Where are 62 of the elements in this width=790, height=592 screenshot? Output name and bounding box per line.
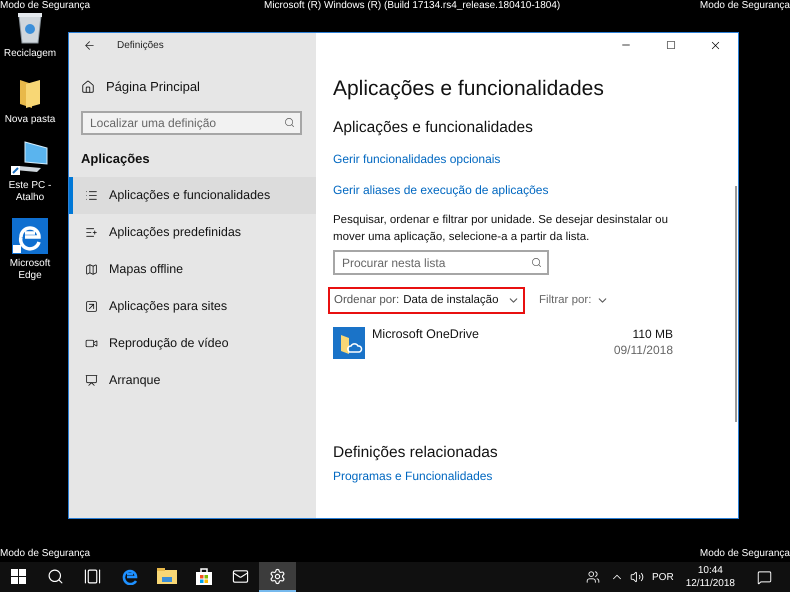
description-text: Pesquisar, ordenar e filtrar por unidade. Se desejar desinstalar ou mover uma aplicação, selecione-a a partir da lista. xyxy=(333,213,669,245)
filter-dropdown[interactable]: Filtrar por: xyxy=(539,287,610,314)
build-label: Microsoft (R) Windows (R) (Build 17134.rs4_release.180410-1804) xyxy=(264,0,560,12)
scrollbar[interactable] xyxy=(735,186,737,422)
section-heading: Definições relacionadas xyxy=(333,443,499,463)
safe-mode-label: Modo de Segurança xyxy=(700,0,790,12)
video-icon xyxy=(85,337,98,350)
link[interactable]: Programas e Funcionalidades xyxy=(333,466,492,486)
sidebar-item[interactable]: Mapas offline xyxy=(69,251,316,288)
app-search-field[interactable]: Procurar nesta lista xyxy=(333,250,549,275)
desktop-icon-label: Reciclagem xyxy=(2,48,58,60)
settings-icon xyxy=(269,568,286,584)
mail-icon xyxy=(232,568,249,584)
desktop-icon-label: Microsoft Edge xyxy=(8,258,52,282)
taskbar-button[interactable] xyxy=(259,562,296,592)
sidebar-item[interactable]: Arranque xyxy=(69,362,316,399)
sidebar-home-item[interactable]: Página Principal xyxy=(69,75,200,99)
folder-icon[interactable] xyxy=(18,78,42,110)
task-view-icon xyxy=(84,568,101,584)
people-icon[interactable] xyxy=(586,570,600,584)
install-date: 09/11/2018 xyxy=(614,343,673,358)
settings-search-field[interactable]: Localizar uma definição xyxy=(81,111,302,135)
folder-cloud-icon xyxy=(333,327,365,359)
computer-icon[interactable] xyxy=(11,140,49,176)
safe-mode-label: Modo de Segurança xyxy=(700,548,790,560)
language-indicator[interactable]: POR xyxy=(652,570,674,584)
list-plus-icon xyxy=(85,226,98,239)
desktop-icon-label: Este PC - Atalho xyxy=(8,180,52,204)
map-icon xyxy=(85,263,98,276)
recycle-bin-icon[interactable] xyxy=(15,10,45,44)
window-title: Definições xyxy=(117,38,164,52)
clock[interactable]: 10:44 12/11/2018 xyxy=(686,564,735,590)
sidebar-item[interactable]: Aplicações predefinidas xyxy=(69,214,316,251)
safe-mode-label: Modo de Segurança xyxy=(0,0,90,12)
link[interactable]: Gerir aliases de execução de aplicações xyxy=(333,180,548,200)
sidebar-item[interactable]: Aplicações para sites xyxy=(69,288,316,325)
search-icon xyxy=(47,568,64,584)
page-title: Aplicações e funcionalidades xyxy=(333,76,605,102)
store-bag-icon xyxy=(194,567,212,585)
app-name: Microsoft OneDrive xyxy=(372,327,479,343)
safe-mode-label: Modo de Segurança xyxy=(0,548,90,560)
section-heading: Aplicações xyxy=(81,150,151,168)
maximize-icon xyxy=(666,40,676,50)
sort-dropdown[interactable]: Ordenar por: Data de instalação xyxy=(328,287,525,314)
desktop-icon-label: Nova pasta xyxy=(4,114,56,126)
link[interactable]: Gerir funcionalidades opcionais xyxy=(333,149,500,169)
volume-icon[interactable] xyxy=(630,570,644,584)
back-arrow-icon xyxy=(82,38,96,52)
section-heading: Aplicações e funcionalidades xyxy=(333,118,534,138)
presentation-icon xyxy=(85,374,98,387)
edge-icon[interactable] xyxy=(12,218,48,254)
search-icon xyxy=(531,257,542,268)
sidebar-item[interactable]: Aplicações e funcionalidades xyxy=(69,177,316,214)
search-icon xyxy=(284,117,295,128)
home-icon xyxy=(81,80,95,94)
app-size: 110 MB xyxy=(632,327,673,342)
edge-icon xyxy=(120,567,138,585)
windows-logo-icon xyxy=(11,568,26,584)
sidebar-item[interactable]: Reprodução de vídeo xyxy=(69,325,316,362)
app-list-item[interactable]: Microsoft OneDrive 110 MB 09/11/2018 xyxy=(333,327,673,359)
folder-icon xyxy=(156,568,176,584)
notifications-icon[interactable] xyxy=(757,570,772,584)
